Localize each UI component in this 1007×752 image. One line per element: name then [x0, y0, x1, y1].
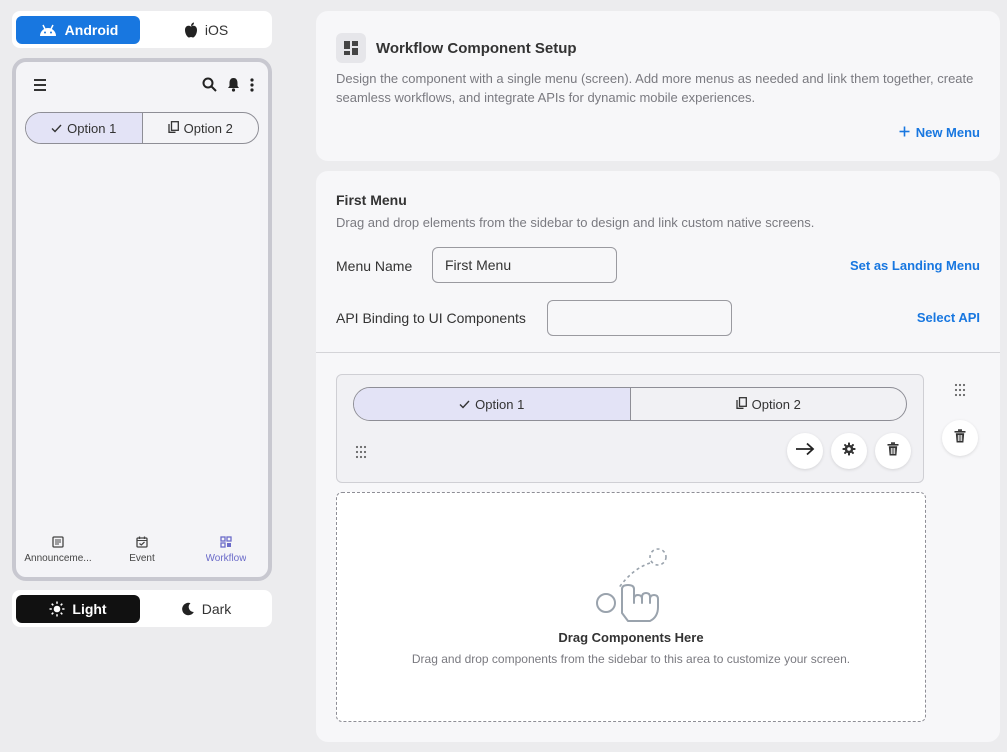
component-actions: [787, 433, 911, 469]
phone-tab-option-2[interactable]: Option 2: [141, 113, 259, 143]
moon-icon: [181, 602, 195, 616]
bell-icon[interactable]: [227, 77, 240, 97]
menu-name-input[interactable]: First Menu: [432, 247, 617, 283]
copy-icon: [168, 120, 179, 136]
nav-item-workflow[interactable]: Workflow: [184, 533, 268, 567]
document-icon: [52, 536, 64, 551]
delete-section-button[interactable]: [942, 420, 978, 456]
select-api-link[interactable]: Select API: [917, 310, 980, 325]
phone-topbar: [16, 62, 268, 112]
phone-preview: Option 1 Option 2 Announceme... Event Wo…: [12, 58, 272, 581]
component-tab-label: Option 2: [751, 396, 801, 412]
phone-tab-label: Option 1: [67, 120, 117, 136]
component-tab-option-1[interactable]: Option 1: [354, 388, 630, 420]
copy-icon: [736, 396, 747, 412]
drop-zone-title: Drag Components Here: [558, 630, 704, 645]
phone-tab-label: Option 2: [183, 120, 233, 136]
check-icon: [51, 121, 62, 136]
settings-button[interactable]: [831, 433, 867, 469]
nav-label: Announceme...: [24, 553, 92, 564]
delete-component-button[interactable]: [875, 433, 911, 469]
api-binding-label: API Binding to UI Components: [336, 310, 526, 326]
nav-label: Workflow: [205, 553, 247, 564]
ios-button[interactable]: iOS: [144, 16, 268, 44]
set-landing-menu-link[interactable]: Set as Landing Menu: [850, 258, 980, 273]
hamburger-menu-icon[interactable]: [34, 78, 48, 96]
platform-toggle: Android iOS: [12, 11, 272, 48]
divider: [316, 352, 1000, 353]
search-icon[interactable]: [202, 77, 217, 97]
menu-card: First Menu Drag and drop elements from t…: [316, 171, 1000, 742]
new-menu-button[interactable]: New Menu: [899, 125, 980, 140]
android-button[interactable]: Android: [16, 15, 140, 44]
dark-label: Dark: [201, 600, 232, 617]
setup-card: Workflow Component Setup Design the comp…: [316, 11, 1000, 161]
phone-tab-option-1[interactable]: Option 1: [26, 113, 142, 143]
dashboard-icon: [336, 33, 366, 63]
setup-header: Workflow Component Setup: [336, 33, 577, 63]
apple-icon: [184, 22, 198, 38]
component-tab-selector: Option 1 Option 2: [353, 387, 907, 421]
theme-toggle: Light Dark: [12, 590, 272, 627]
check-icon: [459, 397, 470, 412]
ios-label: iOS: [204, 21, 229, 38]
nav-item-announcements[interactable]: Announceme...: [16, 533, 100, 567]
menu-description: Drag and drop elements from the sidebar …: [336, 215, 815, 230]
android-label: Android: [64, 21, 119, 38]
component-tab-option-2[interactable]: Option 2: [629, 388, 907, 420]
gear-icon: [842, 442, 856, 461]
drag-handle-icon[interactable]: [954, 383, 966, 402]
sun-icon: [49, 601, 65, 617]
nav-item-event[interactable]: Event: [100, 533, 184, 567]
more-vertical-icon[interactable]: [250, 77, 254, 97]
trash-icon: [954, 428, 966, 448]
dark-theme-button[interactable]: Dark: [144, 595, 268, 623]
calendar-check-icon: [136, 536, 148, 551]
drag-gesture-icon: [592, 545, 672, 628]
link-arrow-button[interactable]: [787, 433, 823, 469]
tab-component[interactable]: Option 1 Option 2: [336, 374, 924, 483]
menu-title: First Menu: [336, 192, 407, 208]
drop-zone-description: Drag and drop components from the sideba…: [411, 652, 851, 666]
phone-tab-selector: Option 1 Option 2: [25, 112, 259, 144]
menu-name-label: Menu Name: [336, 258, 413, 274]
component-tab-label: Option 1: [475, 396, 525, 412]
new-menu-label: New Menu: [915, 125, 980, 140]
plus-icon: [899, 125, 910, 140]
light-label: Light: [72, 600, 107, 617]
api-binding-input[interactable]: [547, 300, 732, 336]
nav-label: Event: [129, 553, 155, 564]
drag-handle-icon[interactable]: [355, 445, 367, 464]
arrow-right-icon: [795, 442, 815, 461]
setup-title: Workflow Component Setup: [376, 39, 577, 57]
workflow-icon: [220, 536, 232, 551]
light-theme-button[interactable]: Light: [16, 594, 140, 623]
drop-zone[interactable]: Drag Components Here Drag and drop compo…: [336, 492, 926, 722]
trash-icon: [887, 441, 899, 461]
setup-description: Design the component with a single menu …: [336, 71, 974, 105]
phone-bottom-nav: Announceme... Event Workflow: [16, 533, 268, 567]
android-icon: [38, 23, 58, 37]
